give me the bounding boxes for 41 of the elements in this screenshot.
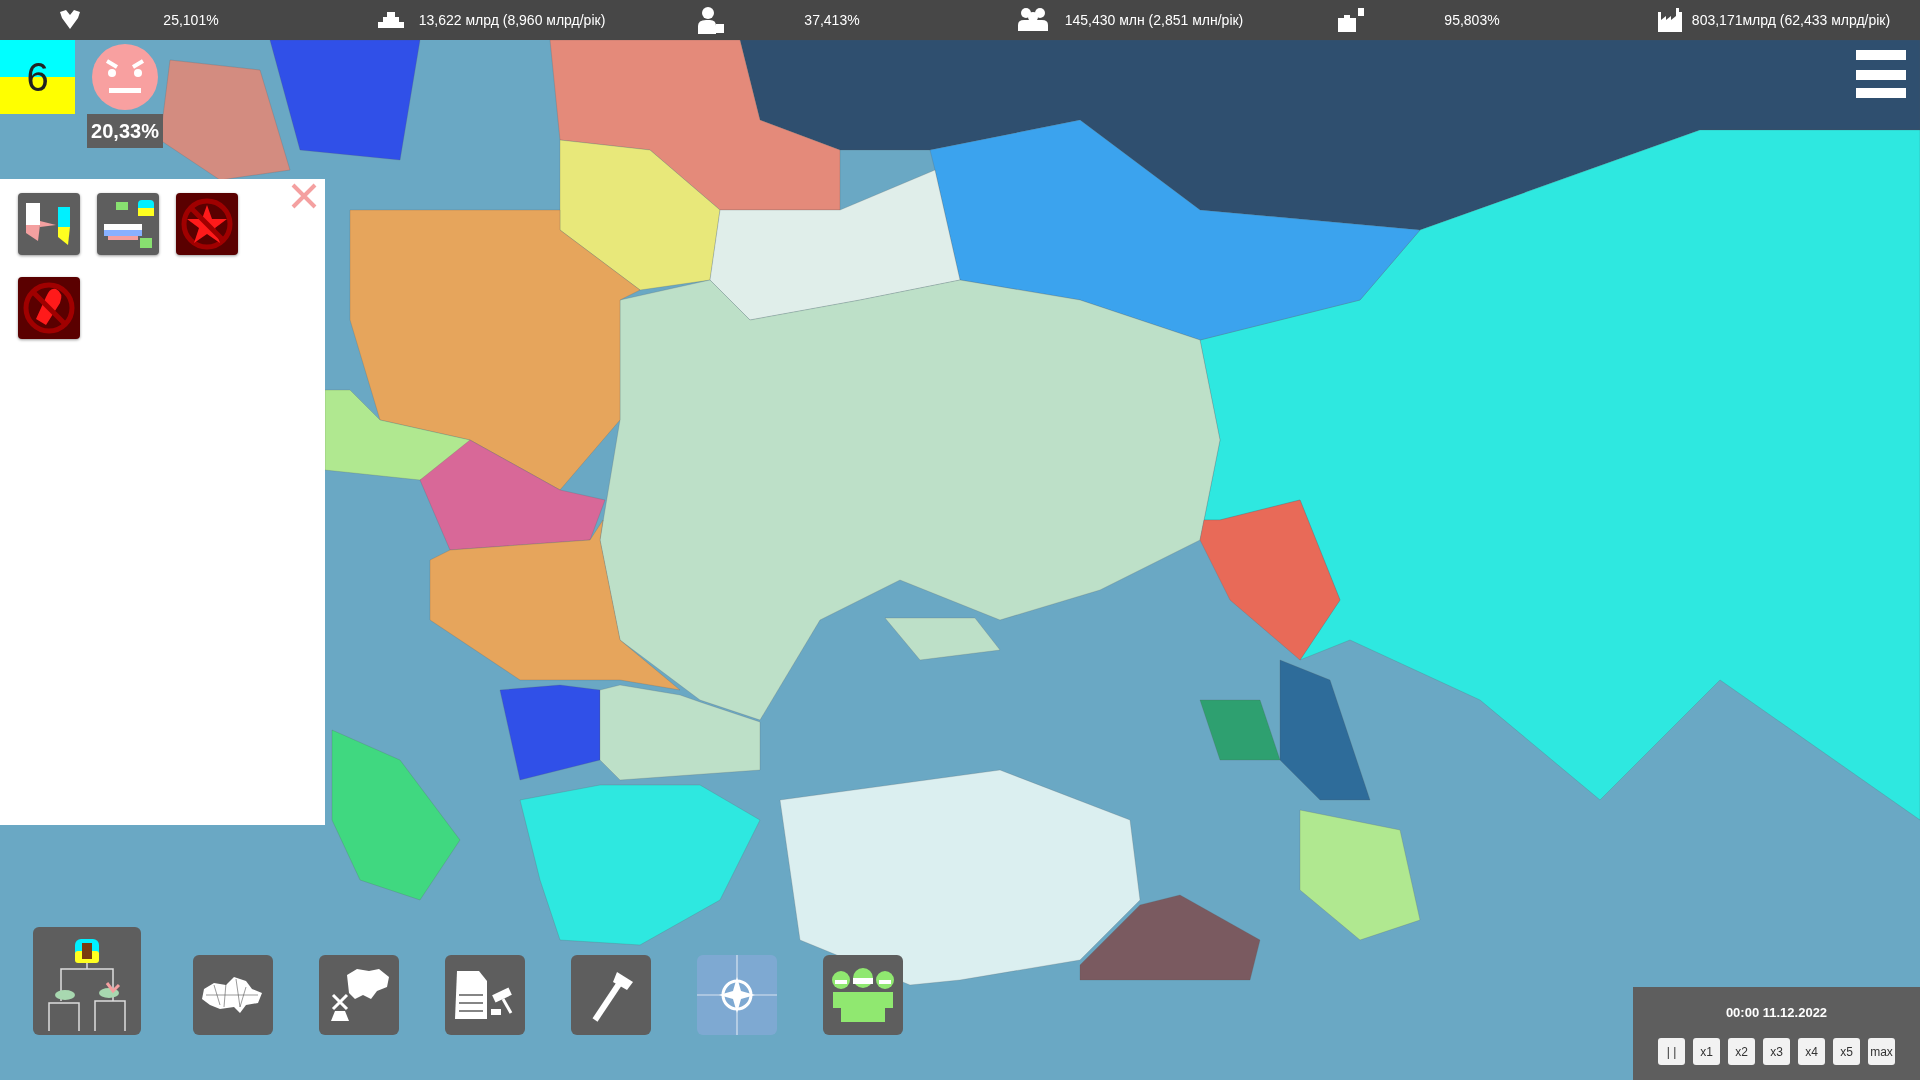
factory-icon [1658, 8, 1682, 32]
speed-button[interactable]: x1 [1693, 1038, 1720, 1065]
country-region[interactable] [929, 119, 1421, 341]
stat-value: 13,622 млрд (8,960 млрд/рік) [417, 12, 607, 28]
heart-icon [58, 10, 82, 30]
action-button[interactable] [176, 193, 238, 255]
country-region[interactable] [739, 40, 1920, 231]
country-region[interactable] [1079, 894, 1261, 981]
close-icon[interactable] [291, 183, 317, 209]
tool-button[interactable] [319, 955, 399, 1035]
tool-button[interactable] [193, 955, 273, 1035]
action-button[interactable] [18, 193, 80, 255]
banned-rocket-icon [22, 281, 76, 335]
approval-percentage: 20,33% [87, 114, 163, 148]
stat-value: 803,171млрд (62,433 млрд/рік) [1690, 12, 1892, 28]
speed-button[interactable]: x5 [1833, 1038, 1860, 1065]
game-date: 00:00 11.12.2022 [1725, 1005, 1828, 1020]
stat-value: 95,803% [1443, 12, 1501, 28]
speed-button[interactable]: x3 [1763, 1038, 1790, 1065]
speed-button[interactable]: x4 [1798, 1038, 1825, 1065]
worker-icon [698, 6, 724, 34]
briefcase-icon [1338, 8, 1364, 32]
people-icon [1018, 7, 1048, 33]
country-region[interactable] [549, 40, 841, 211]
action-button[interactable] [97, 193, 159, 255]
speed-button[interactable]: | | [1658, 1038, 1685, 1065]
tool-button[interactable] [823, 955, 903, 1035]
stat-value: 37,413% [803, 12, 861, 28]
stat-value: 145,430 млн (2,851 млн/рік) [1063, 12, 1245, 28]
tool-button[interactable] [571, 955, 651, 1035]
coin-stack-icon [378, 12, 404, 28]
angry-face-icon [92, 44, 158, 110]
speed-button[interactable]: max [1868, 1038, 1895, 1065]
compass-star-icon [697, 955, 777, 1035]
stat-value: 25,101% [162, 12, 220, 28]
country-region[interactable] [779, 769, 1141, 986]
menu-icon[interactable] [1856, 48, 1906, 98]
speed-button[interactable]: x2 [1728, 1038, 1755, 1065]
tool-button[interactable] [33, 927, 141, 1035]
tool-button[interactable] [445, 955, 525, 1035]
action-button[interactable] [18, 277, 80, 339]
